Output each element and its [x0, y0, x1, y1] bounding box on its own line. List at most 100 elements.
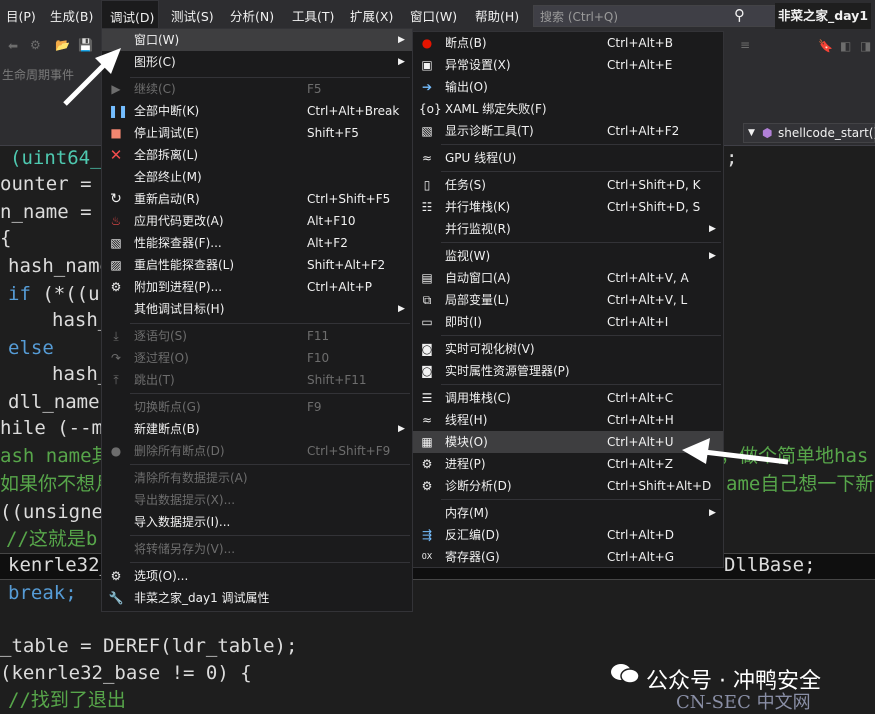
- menu-item-exception-settings[interactable]: ▣ 异常设置(X) Ctrl+Alt+E: [413, 54, 723, 76]
- solution-name[interactable]: 非菜之家_day1: [775, 3, 871, 29]
- menu-item-parallel-stacks[interactable]: ☷ 并行堆栈(K) Ctrl+Shift+D, S: [413, 196, 723, 218]
- menu-item-relaunch-profiler[interactable]: ▨ 重启性能探查器(L) Shift+Alt+F2: [102, 254, 412, 276]
- menu-item-autos[interactable]: ▤ 自动窗口(A) Ctrl+Alt+V, A: [413, 267, 723, 289]
- submenu-arrow-icon: ▶: [709, 508, 716, 518]
- menu-item-label: 寄存器(G): [445, 550, 500, 564]
- bookmark-next-icon[interactable]: ◨: [860, 39, 871, 53]
- menu-item-shortcut: Shift+F11: [307, 373, 367, 387]
- menu-item-label: 逐过程(O): [134, 351, 189, 365]
- menu-item-memory[interactable]: 内存(M) ▶: [413, 502, 723, 524]
- menu-item-export-datatips[interactable]: 导出数据提示(X)...: [102, 489, 412, 511]
- immediate-icon: ▭: [421, 315, 433, 329]
- menu-item-delete-all-breakpoints[interactable]: ● 删除所有断点(D) Ctrl+Shift+F9: [102, 440, 412, 462]
- menu-item-shortcut: Ctrl+Shift+D, S: [607, 200, 701, 214]
- menu-item-debug-properties[interactable]: 🔧 非菜之家_day1 调试属性: [102, 587, 412, 609]
- back-icon[interactable]: ⬅: [8, 39, 18, 53]
- bookmark-icon[interactable]: 🔖: [818, 39, 833, 53]
- comment-icon[interactable]: ≡: [740, 38, 750, 52]
- menu-item-live-visual-tree[interactable]: ◙ 实时可视化树(V): [413, 338, 723, 360]
- menu-item-threads[interactable]: ≈ 线程(H) Ctrl+Alt+H: [413, 409, 723, 431]
- menu-item-shortcut: Ctrl+Shift+Alt+D: [607, 479, 712, 493]
- menu-item-window[interactable]: 窗口(W) ▶: [102, 29, 412, 51]
- function-dropdown-label: shellcode_start(): [778, 126, 875, 140]
- menu-build[interactable]: 生成(B): [44, 0, 99, 33]
- function-dropdown[interactable]: ▼ ⬢ shellcode_start(): [743, 123, 875, 143]
- submenu-arrow-icon: ▶: [709, 251, 716, 261]
- restart-icon: ↻: [110, 191, 122, 207]
- stop-icon: ■: [110, 126, 122, 140]
- menu-item-live-property-explorer[interactable]: ◙ 实时属性资源管理器(P): [413, 360, 723, 382]
- menu-item-shortcut: Ctrl+Alt+P: [307, 280, 372, 294]
- menu-item-label: 性能探查器(F)...: [134, 236, 222, 250]
- menu-item-shortcut: Ctrl+Alt+V, L: [607, 293, 688, 307]
- menu-item-attach-to-process[interactable]: ⚙ 附加到进程(P)... Ctrl+Alt+P: [102, 276, 412, 298]
- menu-separator: [130, 393, 410, 394]
- menu-item-new-breakpoint[interactable]: 新建断点(B) ▶: [102, 418, 412, 440]
- profiler-icon: ▧: [110, 236, 122, 250]
- menu-help[interactable]: 帮助(H): [469, 0, 525, 33]
- autos-icon: ▤: [421, 271, 433, 285]
- menu-item-label: GPU 线程(U): [445, 151, 517, 165]
- menu-item-immediate[interactable]: ▭ 即时(I) Ctrl+Alt+I: [413, 311, 723, 333]
- breakpoint-icon: ●: [421, 36, 433, 50]
- menu-item-terminate-all[interactable]: 全部终止(M): [102, 166, 412, 188]
- menu-item-graphics[interactable]: 图形(C) ▶: [102, 51, 412, 73]
- menu-separator: [130, 562, 410, 563]
- menu-project[interactable]: 目(P): [0, 0, 42, 33]
- search-icon[interactable]: ⚲: [734, 6, 745, 24]
- menu-item-continue[interactable]: ▶ 继续(C) F5: [102, 78, 412, 100]
- menu-item-registers[interactable]: 0X 寄存器(G) Ctrl+Alt+G: [413, 546, 723, 568]
- menu-item-diagnostic-analysis[interactable]: ⚙ 诊断分析(D) Ctrl+Shift+Alt+D: [413, 475, 723, 497]
- menu-item-shortcut: F5: [307, 82, 322, 96]
- menu-item-shortcut: Alt+F10: [307, 214, 356, 228]
- new-item-icon[interactable]: ⚙: [30, 38, 41, 52]
- menu-item-gpu-threads[interactable]: ≈ GPU 线程(U): [413, 147, 723, 169]
- menu-item-parallel-watch[interactable]: 并行监视(R) ▶: [413, 218, 723, 240]
- code-comment: ash name其: [0, 445, 111, 467]
- disassembly-icon: ⇶: [421, 528, 433, 542]
- menu-item-options[interactable]: ⚙ 选项(O)...: [102, 565, 412, 587]
- menu-item-processes[interactable]: ⚙ 进程(P) Ctrl+Alt+Z: [413, 453, 723, 475]
- menu-item-restart[interactable]: ↻ 重新启动(R) Ctrl+Shift+F5: [102, 188, 412, 210]
- code-line: ((unsigned: [0, 501, 115, 523]
- menu-item-label: 异常设置(X): [445, 58, 511, 72]
- menu-item-label: 监视(W): [445, 249, 491, 263]
- menu-item-label: 附加到进程(P)...: [134, 280, 223, 294]
- menu-item-locals[interactable]: ⧉ 局部变量(L) Ctrl+Alt+V, L: [413, 289, 723, 311]
- menu-item-call-stack[interactable]: ☰ 调用堆栈(C) Ctrl+Alt+C: [413, 387, 723, 409]
- menu-item-watch[interactable]: 监视(W) ▶: [413, 245, 723, 267]
- menu-item-step-over[interactable]: ↷ 逐过程(O) F10: [102, 347, 412, 369]
- menu-item-label: 停止调试(E): [134, 126, 199, 140]
- menu-item-disassembly[interactable]: ⇶ 反汇编(D) Ctrl+Alt+D: [413, 524, 723, 546]
- menu-item-modules[interactable]: ▦ 模块(O) Ctrl+Alt+U: [413, 431, 723, 453]
- menu-item-stop-debugging[interactable]: ■ 停止调试(E) Shift+F5: [102, 122, 412, 144]
- menu-item-label: 任务(S): [445, 178, 486, 192]
- menu-item-label: 选项(O)...: [134, 569, 189, 583]
- output-icon: ➔: [421, 80, 433, 94]
- menu-item-diagnostic-tools[interactable]: ▧ 显示诊断工具(T) Ctrl+Alt+F2: [413, 120, 723, 142]
- camera-icon: ◙: [421, 342, 433, 356]
- menu-item-clear-datatips[interactable]: 清除所有数据提示(A): [102, 467, 412, 489]
- menu-item-break-all[interactable]: ❚❚ 全部中断(K) Ctrl+Alt+Break: [102, 100, 412, 122]
- menu-item-output[interactable]: ➔ 输出(O): [413, 76, 723, 98]
- menu-item-other-debug-targets[interactable]: 其他调试目标(H) ▶: [102, 298, 412, 320]
- menu-item-detach-all[interactable]: ✕ 全部拆离(L): [102, 144, 412, 166]
- exception-settings-icon: ▣: [421, 58, 433, 72]
- bookmark-prev-icon[interactable]: ◧: [840, 39, 851, 53]
- menu-item-toggle-breakpoint[interactable]: 切换断点(G) F9: [102, 396, 412, 418]
- menu-item-label: 继续(C): [134, 82, 176, 96]
- submenu-arrow-icon: ▶: [398, 35, 405, 45]
- code-line: (kenrle32_base != 0) {: [0, 662, 252, 684]
- menu-item-step-out[interactable]: ⤒ 跳出(T) Shift+F11: [102, 369, 412, 391]
- menu-item-import-datatips[interactable]: 导入数据提示(I)...: [102, 511, 412, 533]
- menu-item-label: 显示诊断工具(T): [445, 124, 534, 138]
- menu-item-apply-code-changes[interactable]: ♨ 应用代码更改(A) Alt+F10: [102, 210, 412, 232]
- menu-item-breakpoints[interactable]: ● 断点(B) Ctrl+Alt+B: [413, 32, 723, 54]
- menu-item-save-dump-as[interactable]: 将转储另存为(V)...: [102, 538, 412, 560]
- menu-item-label: 线程(H): [445, 413, 488, 427]
- menu-item-xaml-binding-failures[interactable]: {o} XAML 绑定失败(F): [413, 98, 723, 120]
- menu-item-shortcut: Ctrl+Alt+D: [607, 528, 674, 542]
- menu-item-tasks[interactable]: ▯ 任务(S) Ctrl+Shift+D, K: [413, 174, 723, 196]
- menu-item-step-into[interactable]: ⤓ 逐语句(S) F11: [102, 325, 412, 347]
- menu-item-performance-profiler[interactable]: ▧ 性能探查器(F)... Alt+F2: [102, 232, 412, 254]
